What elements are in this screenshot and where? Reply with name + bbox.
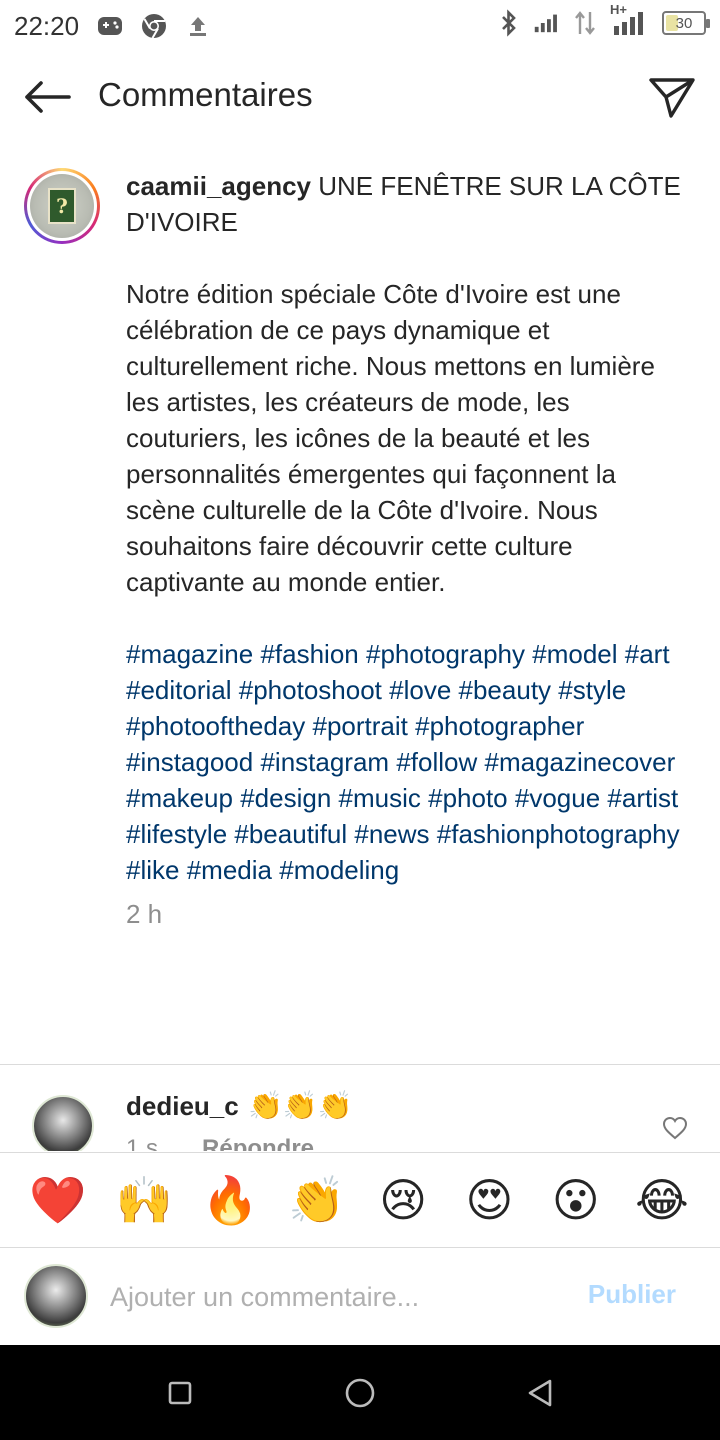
caption-paragraph: Notre édition spéciale Côte d'Ivoire est… — [126, 279, 655, 597]
emoji-heart[interactable]: ❤️ — [28, 1170, 88, 1230]
square-recents-icon — [168, 1381, 192, 1405]
avatar-image: ? — [30, 174, 94, 238]
hashtag-link[interactable]: #art — [625, 639, 670, 669]
hashtag-link[interactable]: #fashion — [260, 639, 358, 669]
comment-username[interactable]: dedieu_c — [126, 1091, 239, 1122]
hashtag-link[interactable]: #magazinecover — [485, 747, 676, 777]
hashtag-link[interactable]: #vogue — [515, 783, 600, 813]
hashtag-link[interactable]: #fashionphotography — [437, 819, 680, 849]
circle-home-icon — [345, 1378, 375, 1408]
battery-icon: 30 — [662, 11, 710, 35]
caption-timestamp: 2 h — [126, 899, 163, 929]
hashtag-link[interactable]: #lifestyle — [126, 819, 227, 849]
share-button[interactable] — [648, 74, 696, 120]
hashtag-link[interactable]: #photography — [366, 639, 525, 669]
hashtag-link[interactable]: #makeup — [126, 783, 233, 813]
hashtag-link[interactable]: #beauty — [459, 675, 552, 705]
comment-text: 👏👏👏 — [248, 1090, 353, 1121]
bluetooth-icon — [496, 9, 522, 37]
hashtag-link[interactable]: #love — [389, 675, 451, 705]
comment-composer: Publier — [0, 1249, 720, 1345]
hashtag-link[interactable]: #like — [126, 855, 179, 885]
status-time: 22:20 — [14, 10, 80, 41]
battery-level: 30 — [675, 14, 693, 32]
page-title: Commentaires — [98, 76, 313, 113]
header: Commentaires — [0, 52, 720, 142]
caption-username[interactable]: caamii_agency — [126, 171, 311, 201]
magazine-cover-icon: ? — [48, 188, 76, 224]
hashtag-link[interactable]: #editorial — [126, 675, 232, 705]
commenter-avatar[interactable] — [32, 1095, 94, 1151]
hashtag-link[interactable]: #news — [354, 819, 429, 849]
hashtag-link[interactable]: #design — [240, 783, 331, 813]
caption-avatar[interactable]: ? — [24, 168, 100, 244]
hashtag-link[interactable]: #instagood — [126, 747, 253, 777]
hashtag-link[interactable]: #magazine — [126, 639, 253, 669]
hashtag-link[interactable]: #instagram — [260, 747, 389, 777]
hashtag-link[interactable]: #beautiful — [234, 819, 347, 849]
hashtag-link[interactable]: #artist — [607, 783, 678, 813]
current-user-avatar — [24, 1264, 88, 1328]
hashtag-link[interactable]: #modeling — [279, 855, 399, 885]
back-button[interactable] — [22, 76, 72, 118]
comment-item: dedieu_c 👏👏👏 1 s Répondre — [0, 1065, 720, 1151]
hashtag-link[interactable]: #media — [187, 855, 272, 885]
hashtag-link[interactable]: #style — [558, 675, 626, 705]
hashtag-link[interactable]: #model — [532, 639, 617, 669]
emoji-surprised[interactable]: 😮 — [546, 1170, 606, 1230]
hashtag-link[interactable]: #follow — [396, 747, 477, 777]
chrome-icon — [141, 13, 167, 39]
comment-timestamp: 1 s — [126, 1135, 159, 1151]
heart-outline-icon — [662, 1116, 688, 1140]
upload-icon — [185, 13, 211, 39]
hashtag-link[interactable]: #portrait — [313, 711, 408, 741]
reply-button[interactable]: Répondre — [202, 1135, 314, 1151]
emoji-fire[interactable]: 🔥 — [201, 1170, 261, 1230]
data-arrows-icon — [572, 10, 598, 36]
comment-input[interactable] — [110, 1277, 570, 1317]
emoji-laughing[interactable]: 😂 — [632, 1170, 692, 1230]
android-nav-bar — [0, 1345, 720, 1440]
emoji-heart-eyes[interactable]: 😍 — [459, 1170, 519, 1230]
signal-icon — [534, 10, 560, 36]
comment-like-button[interactable] — [660, 1113, 690, 1143]
direct-send-icon — [649, 78, 695, 118]
network-type-label: H+ — [610, 2, 627, 17]
signal-h-plus-icon: H+ — [610, 2, 650, 36]
home-button[interactable] — [340, 1373, 380, 1413]
gamepad-icon — [97, 13, 123, 39]
emoji-sad[interactable]: 😢 — [373, 1170, 433, 1230]
emoji-raised-hands[interactable]: 🙌 — [114, 1170, 174, 1230]
emoji-quick-bar: ❤️ 🙌 🔥 👏 😢 😍 😮 😂 — [0, 1152, 720, 1248]
status-bar: 22:20 H+ 30 — [0, 0, 720, 52]
emoji-clap[interactable]: 👏 — [287, 1170, 347, 1230]
hashtag-link[interactable]: #music — [339, 783, 421, 813]
triangle-back-icon — [528, 1379, 552, 1407]
recents-button[interactable] — [160, 1373, 200, 1413]
hashtag-link[interactable]: #photoshoot — [239, 675, 382, 705]
system-back-button[interactable] — [520, 1373, 560, 1413]
hashtag-list: #magazine #fashion #photography #model #… — [126, 636, 686, 888]
hashtag-link[interactable]: #photographer — [415, 711, 584, 741]
publish-button[interactable]: Publier — [588, 1279, 676, 1310]
hashtag-link[interactable]: #photooftheday — [126, 711, 305, 741]
hashtag-link[interactable]: #photo — [428, 783, 508, 813]
caption: caamii_agency UNE FENÊTRE SUR LA CÔTE D'… — [126, 168, 686, 932]
arrow-left-icon — [25, 81, 71, 113]
